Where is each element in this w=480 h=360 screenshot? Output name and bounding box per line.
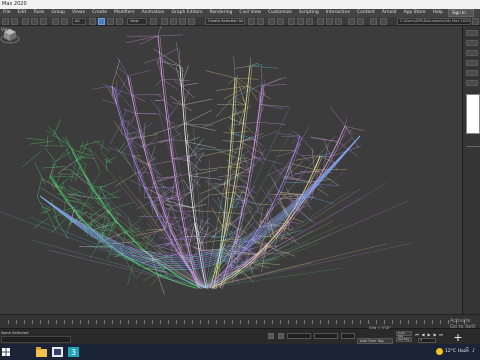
svg-text:3: 3 [71, 348, 76, 357]
display-tab-icon[interactable] [466, 70, 478, 76]
coordinate-x-field[interactable] [287, 333, 311, 339]
weather-temp: 12°C [445, 349, 457, 354]
menu-arnold[interactable]: Arnold [382, 9, 397, 17]
undo-icon[interactable] [2, 18, 9, 25]
auto-key-button[interactable]: Auto Key [396, 331, 412, 338]
start-icon[interactable] [2, 348, 10, 356]
layer-icon[interactable] [268, 18, 275, 25]
menu-tools[interactable]: Tools [33, 9, 44, 17]
render-icon[interactable] [335, 18, 342, 25]
render-setup-icon[interactable] [317, 18, 324, 25]
rotate-icon[interactable] [107, 18, 114, 25]
workspace-icon[interactable] [370, 18, 377, 25]
bind-icon[interactable] [40, 18, 47, 25]
time-track-bar[interactable] [0, 314, 480, 328]
plant-wireframe [0, 26, 414, 295]
ribbon-icon[interactable] [277, 18, 284, 25]
menu-scripting[interactable]: Scripting [299, 9, 319, 17]
material-editor-icon[interactable] [306, 18, 313, 25]
activate-watermark: Activate Go to Sett [450, 318, 475, 330]
menu-edit[interactable]: Edit [18, 9, 27, 17]
save-icon[interactable] [357, 18, 364, 25]
pivot-icon[interactable] [150, 18, 157, 25]
link-icon[interactable] [22, 18, 29, 25]
maxscript-listener[interactable] [1, 336, 71, 343]
select-by-name-icon[interactable] [61, 18, 68, 25]
3dsmax-icon[interactable]: 3 [68, 347, 79, 357]
selection-filter-dropdown[interactable]: All [72, 18, 86, 25]
window-title-bar: Max 2020 [0, 0, 480, 9]
snap-icon[interactable] [161, 18, 168, 25]
viewport-perspective[interactable]: View [0, 26, 462, 314]
project-path-field[interactable]: C:\Users\SFR\Documents\3ds Max 2020\ [397, 18, 471, 25]
menu-views[interactable]: Views [72, 9, 85, 17]
add-icon[interactable]: + [452, 332, 464, 344]
explorer-icon[interactable] [36, 347, 47, 357]
command-panel [462, 26, 480, 314]
lock-selection-icon[interactable] [268, 333, 274, 339]
hierarchy-tab-icon[interactable] [466, 50, 478, 56]
menu-file[interactable]: File [3, 9, 11, 17]
transform-mode-icon[interactable] [278, 333, 284, 339]
menu-graph-editors[interactable]: Graph Editors [172, 9, 203, 17]
redo-icon[interactable] [11, 18, 18, 25]
menu-app-store[interactable]: App Store [403, 9, 425, 17]
status-bar: Activate Go to Sett None Selected Grid =… [0, 318, 480, 344]
menu-modifiers[interactable]: Modifiers [114, 9, 135, 17]
go-to-end-icon[interactable]: ⏭ [438, 332, 444, 337]
menu-rendering[interactable]: Rendering [209, 9, 232, 17]
utilities-tab-icon[interactable] [466, 80, 478, 86]
coordinate-y-field[interactable] [314, 333, 338, 339]
spinner-snap-icon[interactable] [188, 18, 195, 25]
move-icon[interactable] [98, 18, 105, 25]
modifier-stack-list[interactable] [466, 94, 480, 134]
coordinate-z-field[interactable] [341, 333, 355, 339]
selection-set-dropdown[interactable]: Create Selection Se [205, 18, 245, 25]
percent-snap-icon[interactable] [179, 18, 186, 25]
open-icon[interactable] [348, 18, 355, 25]
viewcube-icon[interactable] [0, 26, 20, 44]
scale-icon[interactable] [116, 18, 123, 25]
speaker-icon[interactable]: ♪ [472, 348, 478, 354]
menu-content[interactable]: Content [357, 9, 375, 17]
menu-help[interactable]: Help [433, 9, 443, 17]
sign-in-button[interactable]: Sign In [448, 9, 474, 17]
tray-overflow-icon[interactable]: ^ [465, 347, 469, 353]
unlink-icon[interactable] [31, 18, 38, 25]
current-frame-field[interactable]: 0 [418, 338, 436, 343]
set-key-button[interactable]: Set Key [396, 337, 412, 342]
weather-sun-icon[interactable] [436, 348, 443, 355]
more-icon[interactable] [472, 18, 479, 25]
menu-group[interactable]: Group [51, 9, 65, 17]
windows-taskbar: 3 12°C Haze ^ ♪ [0, 344, 480, 360]
menu-create[interactable]: Create [92, 9, 107, 17]
menu-interactive[interactable]: Interactive [326, 9, 350, 17]
curve-editor-icon[interactable] [288, 18, 295, 25]
motion-tab-icon[interactable] [466, 60, 478, 66]
region-select-icon[interactable] [89, 18, 96, 25]
track-ticks [8, 320, 472, 324]
menu-animation[interactable]: Animation [142, 9, 165, 17]
select-icon[interactable] [52, 18, 59, 25]
render-frame-icon[interactable] [326, 18, 333, 25]
schematic-icon[interactable] [297, 18, 304, 25]
grid-readout: Grid = 0'10" [369, 326, 391, 330]
selection-status: None Selected [1, 330, 29, 335]
modify-tab-icon[interactable] [466, 40, 478, 46]
menu-bar: File Edit Tools Group Views Create Modifiers An… [0, 9, 480, 17]
create-tab-icon[interactable] [466, 30, 478, 36]
project-icon[interactable] [380, 18, 387, 25]
angle-snap-icon[interactable] [170, 18, 177, 25]
panel-divider [466, 146, 480, 147]
activate-subtitle: Go to Sett [450, 324, 476, 330]
main-toolbar: All View Create Selection Se C:\Users\SF… [0, 17, 480, 26]
reference-coord-dropdown[interactable]: View [127, 18, 147, 25]
mirror-icon[interactable] [248, 18, 255, 25]
menu-customize[interactable]: Customize [268, 9, 292, 17]
align-icon[interactable] [257, 18, 264, 25]
window-title: Max 2020 [2, 1, 27, 7]
media-app-icon[interactable] [52, 347, 63, 357]
menu-civil-view[interactable]: Civil View [239, 9, 261, 17]
